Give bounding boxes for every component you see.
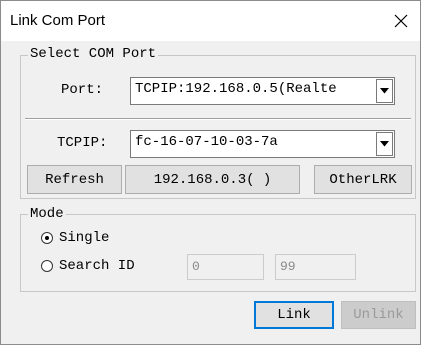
single-label[interactable]: Single (59, 230, 109, 246)
refresh-button[interactable]: Refresh (27, 165, 122, 194)
search-id-label[interactable]: Search ID (59, 258, 135, 274)
search-id-from-field[interactable]: 0 (187, 254, 264, 280)
port-dropdown-button[interactable] (376, 79, 393, 103)
tcpip-value: fc-16-07-10-03-7a (135, 134, 278, 150)
chevron-down-icon (380, 141, 389, 147)
link-com-port-dialog: Link Com Port Select COM Port Port: TCPI… (0, 0, 421, 345)
title-bar: Link Com Port (1, 1, 420, 41)
tcpip-dropdown-button[interactable] (376, 132, 393, 156)
unlink-button[interactable]: Unlink (341, 301, 416, 329)
select-com-port-legend: Select COM Port (28, 46, 159, 62)
close-button[interactable] (387, 7, 415, 35)
radio-selected-dot (45, 236, 49, 240)
tcpip-select[interactable]: fc-16-07-10-03-7a (130, 130, 395, 158)
port-value: TCPIP:192.168.0.5(Realte (135, 81, 337, 97)
port-select[interactable]: TCPIP:192.168.0.5(Realte (130, 77, 395, 105)
link-button[interactable]: Link (254, 301, 334, 329)
mode-group (20, 214, 416, 292)
address-button[interactable]: 192.168.0.3( ) (125, 165, 300, 194)
window-title: Link Com Port (10, 12, 106, 29)
chevron-down-icon (380, 88, 389, 94)
tcpip-label: TCPIP: (57, 135, 108, 151)
group-separator (25, 118, 411, 120)
port-label: Port: (61, 82, 104, 98)
other-lrk-button[interactable]: OtherLRK (314, 165, 412, 194)
mode-legend: Mode (28, 206, 66, 222)
close-icon (394, 14, 408, 28)
single-radio[interactable] (41, 232, 53, 244)
search-id-to-field[interactable]: 99 (275, 254, 356, 280)
search-id-radio[interactable] (41, 260, 53, 272)
